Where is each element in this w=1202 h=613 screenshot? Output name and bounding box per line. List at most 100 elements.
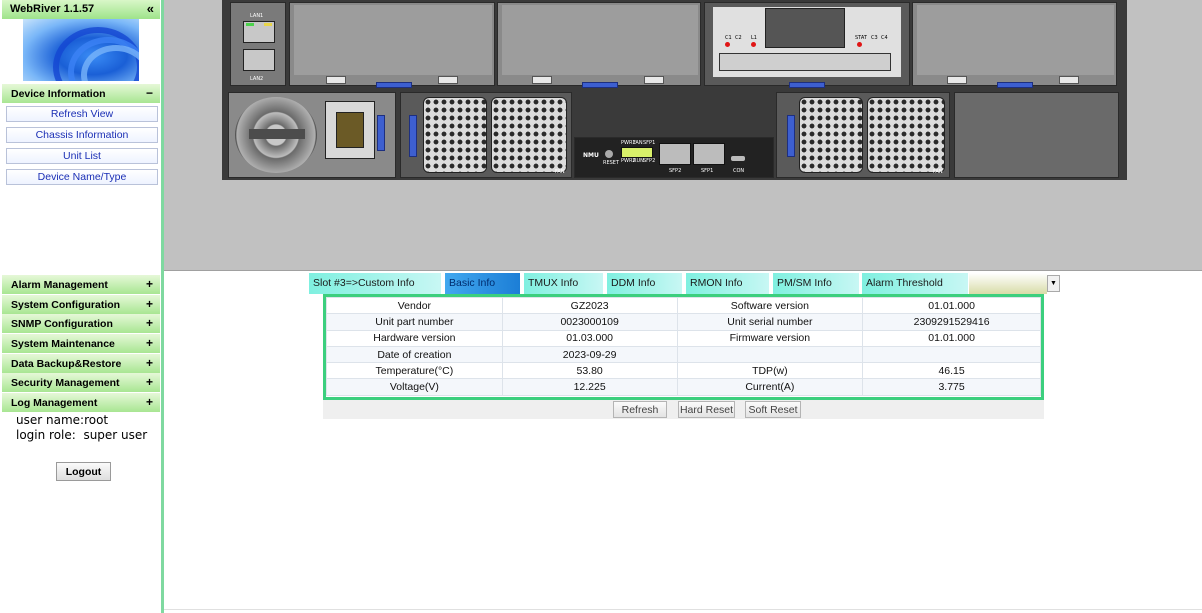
field-value: 12.225 <box>501 378 678 396</box>
fan-grille-icon <box>867 97 945 173</box>
expand-icon[interactable]: + <box>146 316 153 330</box>
table-row: Temperature(°C) 53.80 TDP(w) 46.15 <box>326 362 1041 380</box>
slot-2-latch-icon <box>582 82 618 88</box>
field-value: 01.03.000 <box>501 329 678 347</box>
lan-port-module[interactable]: LAN1 LAN2 <box>230 2 286 86</box>
tab-tmux-info[interactable]: TMUX Info <box>524 273 603 294</box>
sfp1-port-icon[interactable] <box>693 143 725 165</box>
device-name-type-link[interactable]: Device Name/Type <box>6 169 158 185</box>
fan-module-left[interactable]: FAN <box>400 92 572 178</box>
collapse-icon[interactable]: − <box>146 86 153 100</box>
status-led-panel-icon <box>621 147 653 158</box>
fan-label: FAN <box>555 169 565 175</box>
menu-alarm-management[interactable]: Alarm Management + <box>2 275 160 294</box>
sfp2-port-icon[interactable] <box>659 143 691 165</box>
fan-module-right[interactable]: FAN <box>776 92 950 178</box>
menu-device-information[interactable]: Device Information − <box>2 84 160 103</box>
field-value <box>862 345 1041 364</box>
nmu-module[interactable]: NMU RESET PWR1 FAN SFP1 PWR2 RUN SFP2 SF… <box>574 137 774 178</box>
power-supply-module[interactable] <box>228 92 396 178</box>
tab-custom-info[interactable]: Slot #3=>Custom Info <box>309 273 441 294</box>
tab-rmon-info[interactable]: RMON Info <box>686 273 769 294</box>
slot-2[interactable] <box>497 2 701 88</box>
hard-reset-button[interactable]: Hard Reset <box>678 401 735 418</box>
sfp-cage-icon <box>719 53 891 71</box>
unit-list-link[interactable]: Unit List <box>6 148 158 164</box>
tab-alarm-threshold[interactable]: Alarm Threshold <box>862 273 968 294</box>
field-value: GZ2023 <box>501 296 678 315</box>
menu-label: System Maintenance <box>11 338 115 350</box>
expand-icon[interactable]: + <box>146 356 153 370</box>
blank-panel <box>954 92 1119 178</box>
c4-label: C4 <box>881 35 888 41</box>
fan-grille-icon <box>423 97 487 173</box>
tab-basic-info[interactable]: Basic Info <box>445 273 520 294</box>
expand-icon[interactable]: + <box>146 336 153 350</box>
refresh-view-link[interactable]: Refresh View <box>6 106 158 122</box>
psu-latch-icon <box>377 115 385 151</box>
menu-system-configuration[interactable]: System Configuration + <box>2 295 160 314</box>
info-tab-bar: Slot #3=>Custom Info Basic Info TMUX Inf… <box>309 273 1060 294</box>
menu-snmp-configuration[interactable]: SNMP Configuration + <box>2 314 160 333</box>
expand-icon[interactable]: + <box>146 297 153 311</box>
menu-data-backup-restore[interactable]: Data Backup&Restore + <box>2 354 160 373</box>
tab-ddm-info[interactable]: DDM Info <box>607 273 682 294</box>
field-label: Software version <box>676 296 864 315</box>
lan1-label: LAN1 <box>250 13 264 19</box>
reset-label: RESET <box>603 160 620 166</box>
menu-security-management[interactable]: Security Management + <box>2 373 160 392</box>
console-port-icon[interactable] <box>731 156 745 161</box>
sfp2-status-label: SFP2 <box>643 158 656 164</box>
menu-label: System Configuration <box>11 299 121 311</box>
table-row: Vendor GZ2023 Software version 01.01.000 <box>326 296 1041 315</box>
expand-icon[interactable]: + <box>146 395 153 409</box>
collapse-sidebar-icon[interactable]: « <box>147 1 154 16</box>
fan-status-label: FAN <box>633 140 643 146</box>
field-label: Firmware version <box>676 329 864 347</box>
logout-button[interactable]: Logout <box>56 462 111 481</box>
lan1-port-icon <box>243 21 275 43</box>
fan-right-latch-icon <box>787 115 795 157</box>
slot-1[interactable] <box>289 2 495 88</box>
refresh-button[interactable]: Refresh <box>613 401 667 418</box>
field-label: Temperature(°C) <box>326 362 503 380</box>
slot-4-latch-icon <box>997 82 1033 88</box>
tab-dropdown-icon[interactable]: ▼ <box>1047 275 1060 292</box>
field-label: Vendor <box>326 296 503 315</box>
table-row: Voltage(V) 12.225 Current(A) 3.775 <box>326 378 1041 396</box>
tab-pm-sm-info[interactable]: PM/SM Info <box>773 273 859 294</box>
menu-log-management[interactable]: Log Management + <box>2 393 160 412</box>
menu-label: SNMP Configuration <box>11 318 113 330</box>
basic-info-panel: Vendor GZ2023 Software version 01.01.000 Uni… <box>323 294 1044 400</box>
slot-3-latch-icon <box>789 82 825 88</box>
windows-logo-image <box>23 19 139 81</box>
chassis-information-link[interactable]: Chassis Information <box>6 127 158 143</box>
field-label: Voltage(V) <box>326 378 503 396</box>
slot-1-latch-icon <box>376 82 412 88</box>
power-socket-icon <box>325 101 375 159</box>
fan-grille-icon <box>491 97 567 173</box>
field-value: 0023000109 <box>501 313 678 331</box>
field-label: Date of creation <box>326 345 503 364</box>
c1-led-icon <box>725 42 730 47</box>
field-value: 3.775 <box>862 378 1041 396</box>
fan-left-latch-icon <box>409 115 417 157</box>
slot-3-card[interactable]: C1 C2 L1 STAT C3 C4 <box>704 2 910 88</box>
stat-label: STAT <box>855 35 867 41</box>
reset-button-icon[interactable] <box>605 150 613 158</box>
expand-icon[interactable]: + <box>146 277 153 291</box>
menu-device-information-label: Device Information <box>11 88 106 100</box>
field-value: 46.15 <box>862 362 1041 380</box>
stat-led-icon <box>857 42 862 47</box>
sfp1-status-label: SFP1 <box>643 140 656 146</box>
field-label: Unit serial number <box>676 313 864 331</box>
slot-4[interactable] <box>912 2 1117 88</box>
soft-reset-button[interactable]: Soft Reset <box>745 401 801 418</box>
menu-label: Log Management <box>11 397 98 409</box>
login-role-text: login role: super user <box>16 428 148 442</box>
fiber-connector-icon <box>765 8 845 48</box>
menu-system-maintenance[interactable]: System Maintenance + <box>2 334 160 353</box>
expand-icon[interactable]: + <box>146 375 153 389</box>
menu-label: Security Management <box>11 377 120 389</box>
nmu-label: NMU <box>583 152 599 159</box>
